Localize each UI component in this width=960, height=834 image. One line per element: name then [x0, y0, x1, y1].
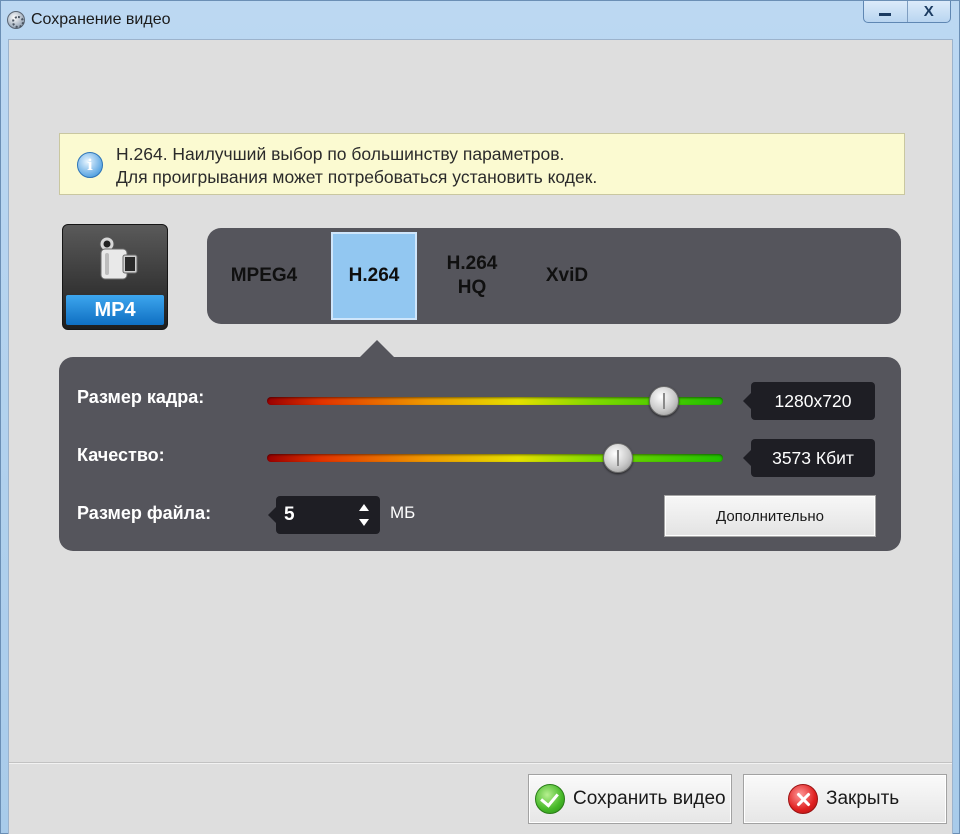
- info-line-1: H.264. Наилучший выбор по большинству па…: [116, 144, 565, 164]
- close-button[interactable]: Закрыть: [743, 774, 947, 824]
- increment-arrow-icon[interactable]: [359, 504, 369, 511]
- stepper-arrows[interactable]: [358, 504, 370, 526]
- save-video-window: Сохранение видео X i H.264. Наилучший вы…: [0, 0, 960, 834]
- codec-selector: MPEG4 H.264 H.264 HQ XviD: [207, 228, 901, 324]
- decrement-arrow-icon[interactable]: [359, 519, 369, 526]
- minimize-icon: [879, 13, 892, 16]
- frame-size-slider[interactable]: [267, 386, 723, 416]
- window-controls: X: [863, 1, 951, 23]
- file-size-stepper[interactable]: 5: [268, 496, 380, 534]
- codec-h264[interactable]: H.264: [331, 232, 417, 320]
- frame-size-slider-thumb[interactable]: [648, 386, 679, 416]
- info-text: H.264. Наилучший выбор по большинству па…: [116, 143, 597, 189]
- format-logo: MP4: [62, 224, 168, 330]
- codec-h264-hq[interactable]: H.264 HQ: [428, 232, 516, 320]
- frame-size-label: Размер кадра:: [77, 387, 205, 407]
- codec-xvid[interactable]: XviD: [524, 232, 610, 320]
- info-line-2: Для проигрывания может потребоваться уст…: [116, 167, 598, 187]
- close-window-button[interactable]: X: [908, 1, 951, 22]
- file-size-unit: МБ: [390, 503, 416, 522]
- file-size-label: Размер файла:: [77, 503, 212, 523]
- advanced-button[interactable]: Дополнительно: [664, 495, 876, 537]
- film-reel-icon: [7, 11, 25, 29]
- close-button-label: Закрыть: [826, 788, 900, 809]
- dialog-body: i H.264. Наилучший выбор по большинству …: [8, 39, 953, 834]
- file-size-value[interactable]: 5: [284, 504, 295, 526]
- close-icon: [788, 784, 818, 814]
- codec-mpeg4[interactable]: MPEG4: [221, 232, 307, 320]
- info-icon: i: [77, 152, 103, 178]
- settings-panel: Размер кадра: 1280x720 Качество: 3573 Кб…: [59, 340, 901, 551]
- format-label: MP4: [66, 295, 164, 325]
- save-video-button-label: Сохранить видео: [573, 788, 726, 809]
- video-camera-icon: [99, 236, 138, 280]
- frame-size-value: 1280x720: [743, 382, 875, 420]
- quality-slider[interactable]: [267, 443, 723, 473]
- window-title: Сохранение видео: [31, 11, 171, 28]
- save-video-button[interactable]: Сохранить видео: [528, 774, 732, 824]
- footer-divider-highlight: [9, 763, 952, 764]
- quality-label: Качество:: [77, 445, 165, 465]
- minimize-button[interactable]: [864, 1, 908, 22]
- codec-h264-hq-label: H.264 HQ: [446, 253, 498, 298]
- checkmark-icon: [535, 784, 565, 814]
- info-banner: i H.264. Наилучший выбор по большинству …: [59, 133, 905, 195]
- quality-value: 3573 Кбит: [743, 439, 875, 477]
- quality-slider-thumb[interactable]: [603, 443, 634, 473]
- title-bar: Сохранение видео X: [1, 1, 959, 39]
